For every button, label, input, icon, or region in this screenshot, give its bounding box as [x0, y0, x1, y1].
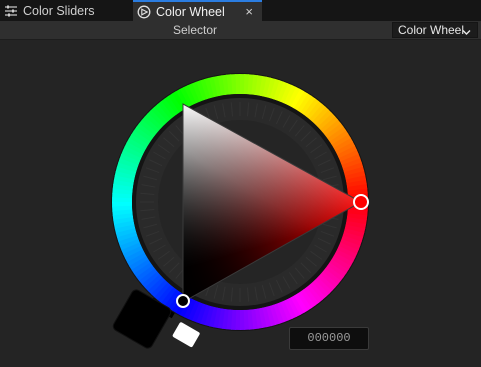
hex-color-input[interactable]: 000000 — [289, 327, 369, 350]
saturation-value-handle[interactable] — [176, 294, 190, 308]
previous-color-swatch[interactable] — [172, 322, 200, 348]
hue-handle[interactable] — [353, 194, 369, 210]
color-picker-canvas — [111, 73, 369, 349]
